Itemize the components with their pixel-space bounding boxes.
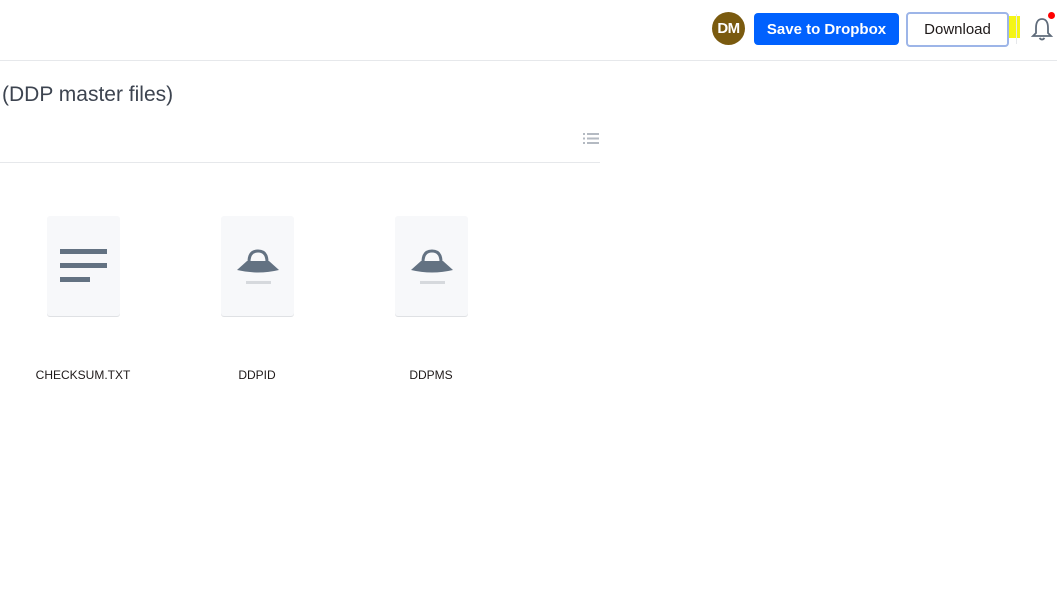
- notification-dot: [1048, 12, 1055, 19]
- generic-file-icon: [410, 249, 453, 284]
- avatar[interactable]: DM: [712, 12, 745, 45]
- file-thumbnail[interactable]: [394, 216, 468, 316]
- text-file-icon: [59, 249, 107, 282]
- file-thumbnail[interactable]: [46, 216, 120, 316]
- divider: [0, 162, 600, 163]
- generic-file-icon: [236, 249, 279, 284]
- file-name[interactable]: DDPID: [187, 368, 327, 382]
- download-button[interactable]: Download: [906, 12, 1009, 47]
- save-to-dropbox-button[interactable]: Save to Dropbox: [754, 13, 899, 45]
- bell-icon[interactable]: [1030, 16, 1054, 42]
- download-label: Download: [924, 21, 991, 38]
- folder-title: (DDP master files): [2, 83, 174, 106]
- file-name[interactable]: CHECKSUM.TXT: [13, 368, 153, 382]
- file-thumbnail[interactable]: [220, 216, 294, 316]
- file-item[interactable]: DDPMS: [361, 216, 501, 382]
- file-item[interactable]: DDPID: [187, 216, 327, 382]
- divider: [1016, 14, 1017, 44]
- list-view-icon[interactable]: [583, 132, 599, 145]
- file-name[interactable]: DDPMS: [361, 368, 501, 382]
- file-item[interactable]: CHECKSUM.TXT: [13, 216, 153, 382]
